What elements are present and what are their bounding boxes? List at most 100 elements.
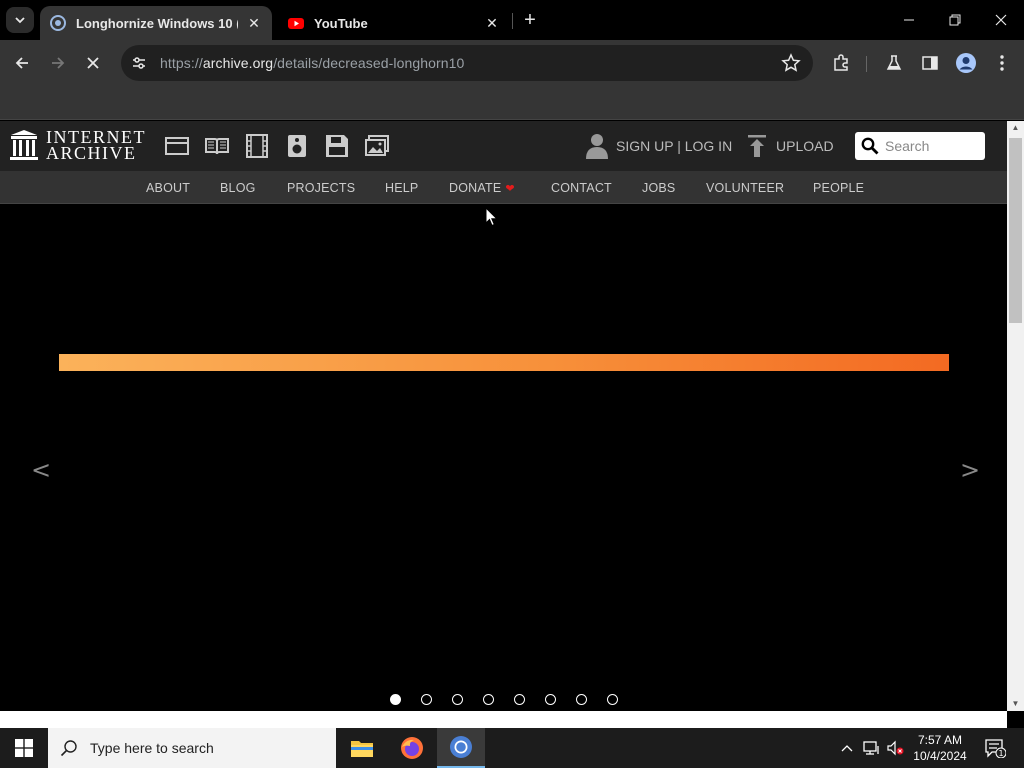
carousel-dot[interactable]: [576, 694, 587, 705]
nav-projects[interactable]: PROJECTS: [287, 181, 355, 195]
video-icon[interactable]: [244, 133, 270, 159]
url-host: archive.org: [202, 55, 274, 71]
web-page: INTERNET ARCHIVE SIGN UP | LOG IN UPLOAD…: [0, 121, 1007, 711]
page-scrollbar[interactable]: ▲ ▼: [1007, 121, 1024, 711]
texts-icon[interactable]: [204, 133, 230, 159]
notification-icon: 1: [985, 739, 1006, 758]
start-button[interactable]: [0, 728, 48, 768]
carousel-next-button[interactable]: >: [960, 456, 980, 484]
folder-icon: [351, 741, 373, 757]
carousel-dot[interactable]: [452, 694, 463, 705]
carousel-dot[interactable]: [483, 694, 494, 705]
close-tab-icon[interactable]: ✕: [484, 15, 500, 31]
side-panel-button[interactable]: [919, 52, 941, 74]
carousel-dot[interactable]: [545, 694, 556, 705]
upload-button[interactable]: UPLOAD: [748, 135, 834, 157]
tab-longhornize[interactable]: Longhornize Windows 10 (x64) ✕: [40, 6, 272, 40]
chrome-icon: [450, 736, 472, 758]
carousel-dot[interactable]: [514, 694, 525, 705]
youtube-icon: [288, 18, 304, 29]
nav-jobs[interactable]: JOBS: [642, 181, 675, 195]
nav-people[interactable]: PEOPLE: [813, 181, 864, 195]
web-icon[interactable]: [164, 133, 190, 159]
taskbar-search[interactable]: Type here to search: [48, 728, 336, 768]
menu-button[interactable]: [991, 52, 1013, 74]
logo-text: INTERNET ARCHIVE: [46, 128, 146, 162]
minimize-button[interactable]: [886, 6, 932, 34]
avatar-icon: [956, 53, 976, 73]
windows-taskbar: Type here to search 7:57 AM 10/4/2024 1: [0, 728, 1024, 768]
file-explorer-button[interactable]: [338, 728, 386, 768]
carousel-dot[interactable]: [390, 694, 401, 705]
system-clock[interactable]: 7:57 AM 10/4/2024: [905, 732, 975, 764]
ia-sub-nav: ABOUT BLOG PROJECTS HELP DONATE ❤ CONTACT…: [0, 171, 1007, 204]
back-button[interactable]: [9, 50, 35, 76]
arrow-right-icon: [52, 57, 65, 69]
network-button[interactable]: [860, 728, 882, 768]
loading-progress-bar: [59, 354, 949, 371]
firefox-button[interactable]: [388, 728, 436, 768]
nav-about[interactable]: ABOUT: [146, 181, 190, 195]
volume-button[interactable]: [884, 728, 906, 768]
ia-top-nav: INTERNET ARCHIVE SIGN UP | LOG IN UPLOAD: [0, 121, 1007, 171]
action-center-button[interactable]: 1: [978, 728, 1012, 768]
mouse-cursor-icon: [485, 207, 499, 227]
carousel-prev-button[interactable]: <: [31, 456, 51, 484]
labs-button[interactable]: [883, 52, 905, 74]
chevron-up-icon: [841, 745, 853, 752]
carousel-dot[interactable]: [607, 694, 618, 705]
taskbar-search-placeholder: Type here to search: [90, 740, 214, 756]
chrome-button[interactable]: [437, 728, 485, 768]
tab-search-button[interactable]: [6, 7, 34, 33]
profile-button[interactable]: [955, 52, 977, 74]
stop-loading-button[interactable]: [80, 50, 106, 76]
nav-donate[interactable]: DONATE ❤: [449, 181, 515, 195]
url-scheme: https://: [160, 55, 203, 71]
ia-logo[interactable]: INTERNET ARCHIVE: [10, 128, 146, 162]
close-window-button[interactable]: [978, 6, 1024, 34]
scroll-down-icon[interactable]: ▼: [1007, 697, 1024, 711]
nav-help[interactable]: HELP: [385, 181, 418, 195]
browser-tab-bar: Longhornize Windows 10 (x64) ✕ YouTube ✕…: [0, 0, 1024, 40]
puzzle-icon: [834, 54, 848, 71]
close-icon: [87, 57, 99, 69]
tab-youtube[interactable]: YouTube ✕: [278, 6, 510, 40]
browser-toolbar: https://archive.org/details/decreased-lo…: [0, 40, 1024, 86]
nav-volunteer[interactable]: VOLUNTEER: [706, 181, 784, 195]
new-tab-button[interactable]: +: [520, 10, 540, 30]
extensions-button[interactable]: [830, 52, 852, 74]
upload-icon: [748, 135, 766, 157]
user-menu[interactable]: SIGN UP | LOG IN: [586, 133, 732, 159]
carousel-dot[interactable]: [421, 694, 432, 705]
forward-button[interactable]: [45, 50, 71, 76]
audio-icon[interactable]: [284, 133, 310, 159]
close-icon: [995, 14, 1007, 26]
search-input[interactable]: [885, 138, 981, 154]
address-bar[interactable]: https://archive.org/details/decreased-lo…: [121, 45, 813, 81]
search-icon[interactable]: [861, 137, 879, 155]
software-icon[interactable]: [324, 133, 350, 159]
tab-title: YouTube: [314, 15, 368, 31]
windows-logo-icon: [15, 739, 33, 757]
loading-progress-fill: [59, 354, 949, 371]
toolbar-separator: [866, 56, 867, 72]
images-icon[interactable]: [364, 133, 390, 159]
more-vert-icon: [1000, 55, 1004, 71]
bookmarks-bar: [0, 86, 1024, 120]
nav-contact[interactable]: CONTACT: [551, 181, 612, 195]
scroll-up-icon[interactable]: ▲: [1007, 121, 1024, 135]
site-info-button[interactable]: [124, 48, 154, 78]
url-path: /details/decreased-longhorn10: [273, 55, 465, 71]
bookmark-star-icon[interactable]: [781, 53, 801, 73]
restore-button[interactable]: [932, 6, 978, 34]
network-icon: [863, 741, 879, 755]
clock-time: 7:57 AM: [917, 733, 963, 747]
show-hidden-icons-button[interactable]: [838, 728, 856, 768]
close-tab-icon[interactable]: ✕: [246, 15, 262, 31]
tab-separator: [512, 13, 513, 29]
user-icon: [586, 134, 608, 159]
nav-blog[interactable]: BLOG: [220, 181, 256, 195]
site-search: [855, 132, 985, 160]
signup-login-link[interactable]: SIGN UP | LOG IN: [616, 138, 732, 154]
scrollbar-thumb[interactable]: [1009, 138, 1022, 323]
